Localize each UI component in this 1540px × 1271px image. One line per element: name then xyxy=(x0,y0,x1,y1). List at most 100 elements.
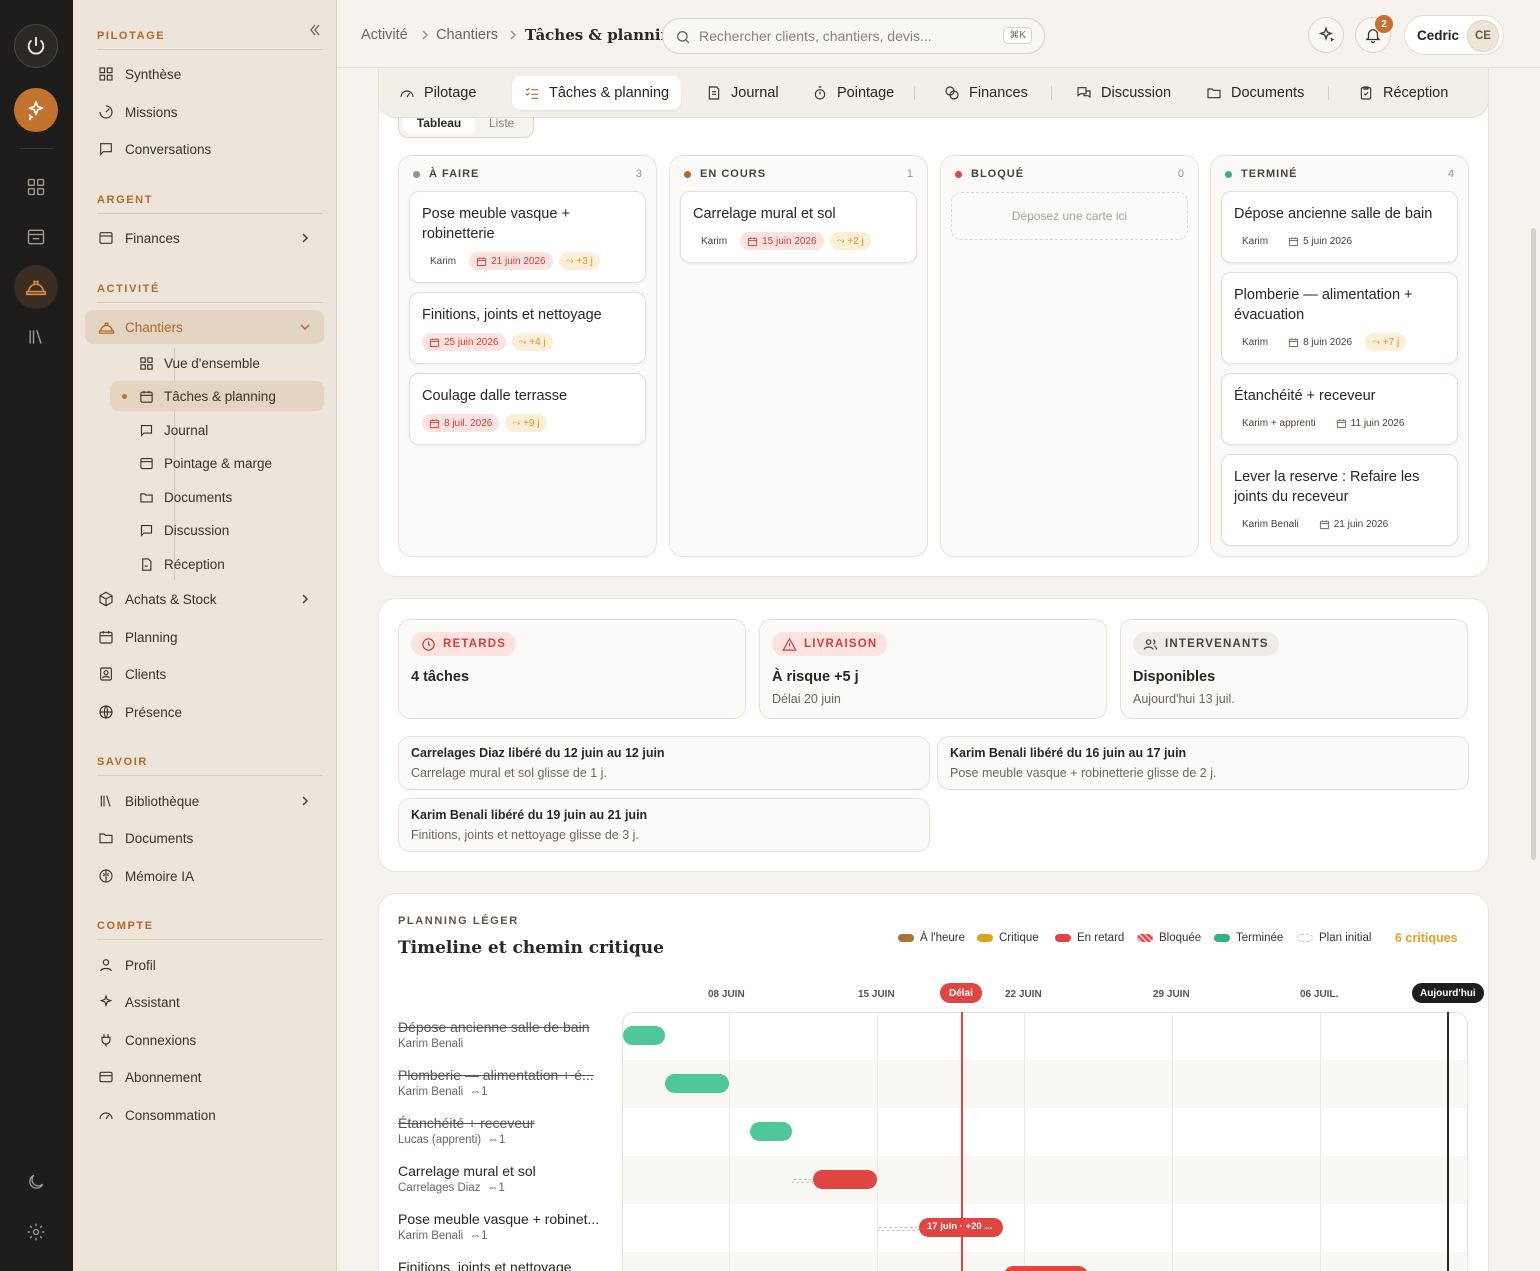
stopwatch-icon xyxy=(812,85,828,101)
chat-icon xyxy=(1076,85,1092,101)
wallet-icon[interactable] xyxy=(14,215,58,259)
folder-icon xyxy=(97,829,115,847)
sidebar-sub-discussion[interactable]: Discussion xyxy=(110,515,324,545)
status-dot xyxy=(684,170,691,178)
tab-taches[interactable]: Tâches & planning xyxy=(512,76,682,110)
sidebar-item-memoire[interactable]: Mémoire IA xyxy=(85,859,324,893)
alert-intervenants[interactable]: INTERVENANTS Disponibles Aujourd'hui 13 … xyxy=(1120,619,1468,719)
sidebar-item-missions[interactable]: Missions xyxy=(85,95,324,129)
tab-pointage[interactable]: Pointage xyxy=(800,76,906,110)
gantt-bar-done[interactable] xyxy=(665,1074,729,1093)
gantt-bar-late[interactable]: 17 juin · +20 ... xyxy=(919,1218,1003,1237)
gantt-row-label[interactable]: Étanchéité + receveur Lucas (apprenti) ⇔1 xyxy=(398,1115,535,1146)
calendar-icon xyxy=(1289,337,1299,347)
chevron-right-icon xyxy=(420,29,430,41)
calendar-icon xyxy=(429,418,440,428)
planning-kicker: PLANNING LÉGER xyxy=(398,915,519,927)
sidebar-item-achats[interactable]: Achats & Stock xyxy=(85,582,324,616)
sidebar-sub-vue[interactable]: Vue d'ensemble xyxy=(110,348,324,378)
sidebar-sub-reception[interactable]: Réception xyxy=(110,549,324,579)
helmet-icon[interactable] xyxy=(14,265,58,309)
user-menu[interactable]: Cedric CE xyxy=(1404,15,1504,55)
sidebar-item-clients[interactable]: Clients xyxy=(85,657,324,691)
sidebar-sub-pointage[interactable]: Pointage & marge xyxy=(110,448,324,478)
tab-finances[interactable]: Finances xyxy=(932,76,1040,110)
alert-retards[interactable]: RETARDS 4 tâches xyxy=(398,619,746,719)
tab-pilotage[interactable]: Pilotage xyxy=(387,76,488,110)
gantt-bar-done[interactable] xyxy=(750,1122,792,1141)
task-card[interactable]: Pose meuble vasque + robinetterie Karim … xyxy=(409,191,646,283)
gantt-row-label[interactable]: Plomberie — alimentation + é... Karim Ben… xyxy=(398,1067,594,1098)
status-dot xyxy=(413,170,420,178)
sidebar-item-planning[interactable]: Planning xyxy=(85,620,324,654)
tab-journal[interactable]: Journal xyxy=(694,76,791,110)
users-icon xyxy=(1143,638,1158,650)
task-card[interactable]: Étanchéité + receveur Karim + apprenti 1… xyxy=(1221,373,1458,445)
tab-documents[interactable]: Documents xyxy=(1194,76,1316,110)
breadcrumb-activite[interactable]: Activité xyxy=(361,27,408,43)
drop-zone[interactable]: Déposez une carte ici xyxy=(951,192,1188,240)
moon-icon[interactable] xyxy=(14,1160,58,1204)
sidebar-sub-taches[interactable]: Tâches & planning xyxy=(110,381,324,411)
sidebar-item-finances[interactable]: Finances xyxy=(85,221,324,255)
tab-discussion[interactable]: Discussion xyxy=(1064,76,1183,110)
coins-icon xyxy=(944,85,960,101)
sidebar-item-connexions[interactable]: Connexions xyxy=(85,1023,324,1057)
grid-icon xyxy=(138,355,154,371)
sidebar-item-synthese[interactable]: Synthèse xyxy=(85,57,324,91)
task-card[interactable]: Dépose ancienne salle de bain Karim 5 ju… xyxy=(1221,191,1458,263)
gantt-bar-late[interactable] xyxy=(1004,1266,1088,1271)
sidebar-item-assistant[interactable]: Assistant xyxy=(85,985,324,1019)
project-tabs: Pilotage Tâches & planning Journal Point… xyxy=(378,68,1489,118)
sidebar-sub-journal[interactable]: Journal xyxy=(110,415,324,445)
sidebar-item-documents[interactable]: Documents xyxy=(85,821,324,855)
gantt-bar-done[interactable] xyxy=(623,1026,665,1045)
assistant-button[interactable] xyxy=(1308,17,1344,53)
column-termine: TERMINÉ 4 Dépose ancienne salle de bain … xyxy=(1210,155,1469,557)
notebook-icon xyxy=(706,85,722,101)
sidebar-item-profil[interactable]: Profil xyxy=(85,948,324,982)
chat-icon xyxy=(97,140,115,158)
column-a-faire: À FAIRE 3 Pose meuble vasque + robinette… xyxy=(398,155,657,557)
gantt-row-label[interactable]: Finitions, joints et nettoyage xyxy=(398,1259,572,1271)
view-liste[interactable]: Liste xyxy=(489,116,514,130)
power-logo-icon[interactable] xyxy=(14,24,58,68)
date-tick: 15 JUIN xyxy=(858,989,895,1000)
alert-livraison[interactable]: LIVRAISON À risque +5 j Délai 20 juin xyxy=(759,619,1107,719)
gantt-row-label[interactable]: Pose meuble vasque + robinet... Karim Ben… xyxy=(398,1211,599,1242)
sparkle-icon xyxy=(97,993,115,1011)
gantt-row-label[interactable]: Carrelage mural et sol Carrelages Diaz ⇔1 xyxy=(398,1163,536,1194)
date-tick: 08 JUIN xyxy=(708,989,745,1000)
gantt-bar-late[interactable] xyxy=(813,1170,877,1189)
scrollbar[interactable] xyxy=(1531,228,1536,860)
library-icon[interactable] xyxy=(14,315,58,359)
task-card[interactable]: Finitions, joints et nettoyage 25 juin 2… xyxy=(409,292,646,364)
task-card[interactable]: Lever la reserve : Refaire les joints du… xyxy=(1221,454,1458,546)
date-tick: 29 JUIN xyxy=(1153,989,1190,1000)
breadcrumb-chantiers[interactable]: Chantiers xyxy=(436,27,498,43)
sidebar-item-consommation[interactable]: Consommation xyxy=(85,1098,324,1132)
sparkle-icon xyxy=(1317,26,1335,44)
sidebar-item-bibliotheque[interactable]: Bibliothèque xyxy=(85,784,324,818)
ai-sparkle-icon[interactable] xyxy=(14,88,58,132)
clock-icon xyxy=(422,637,435,651)
tab-reception[interactable]: Réception xyxy=(1346,76,1460,110)
calendar-icon xyxy=(477,256,487,266)
sidebar-item-chantiers[interactable]: Chantiers xyxy=(85,310,324,344)
sidebar-sub-documents[interactable]: Documents xyxy=(110,482,324,512)
sidebar-item-presence[interactable]: Présence xyxy=(85,695,324,729)
task-card[interactable]: Carrelage mural et sol Karim 15 juin 202… xyxy=(680,191,917,263)
box-icon xyxy=(97,590,115,608)
sidebar-item-abonnement[interactable]: Abonnement xyxy=(85,1060,324,1094)
task-card[interactable]: Plomberie — alimentation + évacuation Ka… xyxy=(1221,272,1458,364)
grid-icon[interactable] xyxy=(14,165,58,209)
wallet-icon xyxy=(97,229,115,247)
resource-note: Karim Benali libéré du 19 juin au 21 jui… xyxy=(398,798,930,852)
task-card[interactable]: Coulage dalle terrasse 8 juil. 2026 ⤳ +9… xyxy=(409,373,646,445)
gear-icon[interactable] xyxy=(14,1210,58,1254)
sidebar-item-conversations[interactable]: Conversations xyxy=(85,132,324,166)
search-input[interactable]: Rechercher clients, chantiers, devis... … xyxy=(662,18,1045,54)
calendar-icon xyxy=(138,388,154,404)
sidebar: PILOTAGE Synthèse Missions Conversations… xyxy=(73,0,337,1271)
gantt-row-label[interactable]: Dépose ancienne salle de bain Karim Benal… xyxy=(398,1019,589,1050)
